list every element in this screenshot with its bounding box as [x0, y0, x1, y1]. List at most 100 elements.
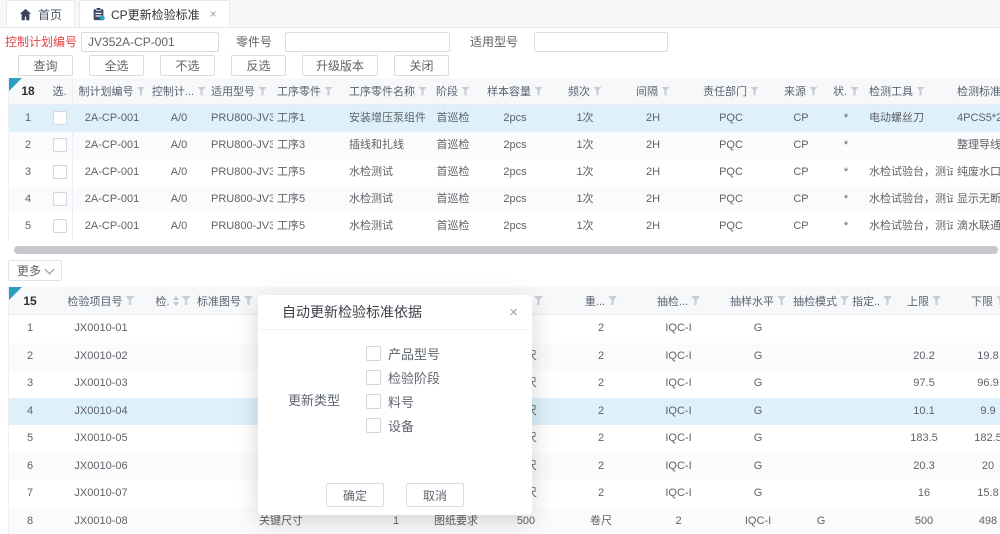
cell	[195, 508, 255, 534]
cell: IQC-I	[726, 508, 790, 534]
filter-icon[interactable]	[661, 87, 670, 96]
upgrade-version-button[interactable]: 升级版本	[302, 55, 378, 76]
filter-icon[interactable]	[932, 296, 941, 305]
select-all-button[interactable]: 全选	[89, 55, 144, 76]
column-header: 抽样水平	[726, 287, 790, 314]
cell	[151, 398, 195, 426]
tab-label: 首页	[38, 6, 62, 23]
table-row[interactable]: 52A-CP-001A/0PRU800-JV352A工序5水检测试首巡检2pcs…	[9, 213, 1000, 240]
tab-home[interactable]: 首页	[6, 0, 75, 27]
filter-icon[interactable]	[197, 87, 206, 96]
filter-icon[interactable]	[850, 87, 859, 96]
column-header: 抽检模式	[790, 287, 852, 314]
cell: 2	[9, 343, 51, 371]
filter-icon[interactable]	[126, 296, 135, 305]
row-checkbox[interactable]	[53, 165, 67, 179]
control-plan-input[interactable]	[81, 32, 219, 52]
cell	[790, 398, 852, 426]
cell: 电动螺丝刀	[865, 105, 953, 132]
column-label: 间隔	[636, 83, 658, 99]
filter-icon[interactable]	[534, 296, 543, 305]
corner-triangle	[9, 287, 22, 300]
filter-icon[interactable]	[461, 87, 470, 96]
filter-icon[interactable]	[840, 296, 849, 305]
filter-icon[interactable]	[883, 296, 892, 305]
table-row[interactable]: 42A-CP-001A/0PRU800-JV352A工序5水检测试首巡检2pcs…	[9, 186, 1000, 213]
clipboard-icon	[92, 7, 105, 21]
part-no-input[interactable]	[285, 32, 450, 52]
cell: 1次	[551, 213, 619, 240]
option-checkbox[interactable]	[366, 370, 381, 385]
cell: 2pcs	[479, 159, 551, 186]
cell: 首巡检	[427, 186, 479, 213]
filter-icon[interactable]	[691, 296, 700, 305]
cell: 工序5	[273, 186, 345, 213]
horizontal-scrollbar[interactable]	[14, 246, 998, 254]
column-label: 工序零件名称	[349, 83, 415, 99]
update-type-option: 料号	[366, 394, 440, 408]
filter-icon[interactable]	[809, 87, 818, 96]
filter-icon[interactable]	[996, 296, 1000, 305]
cancel-button[interactable]: 取消	[406, 483, 464, 507]
confirm-button[interactable]: 确定	[326, 483, 384, 507]
filter-icon[interactable]	[137, 87, 146, 96]
column-label: 抽检模式	[793, 293, 837, 309]
select-none-button[interactable]: 不选	[160, 55, 215, 76]
query-button[interactable]: 查询	[18, 55, 73, 76]
cell: IQC-I	[631, 398, 726, 426]
cell	[892, 315, 956, 343]
dialog-close-icon[interactable]: ×	[509, 305, 518, 320]
close-button[interactable]: 关闭	[394, 55, 449, 76]
cell	[151, 315, 195, 343]
filter-icon[interactable]	[608, 296, 617, 305]
option-checkbox[interactable]	[366, 418, 381, 433]
cell: 2pcs	[479, 213, 551, 240]
table-row[interactable]: 12A-CP-001A/0PRU800-JV352A工序1安装增压泵组件首巡检2…	[9, 105, 1000, 132]
filter-icon[interactable]	[182, 296, 191, 305]
cell: 整理导线，使用2P	[953, 132, 1000, 159]
table-row[interactable]: 22A-CP-001A/0PRU800-JV352A工序3插线和扎线首巡检2pc…	[9, 132, 1000, 159]
filter-icon[interactable]	[244, 296, 253, 305]
cell: 2pcs	[479, 186, 551, 213]
row-checkbox[interactable]	[53, 219, 67, 233]
row-checkbox[interactable]	[53, 138, 67, 152]
row-checkbox[interactable]	[53, 192, 67, 206]
filter-icon[interactable]	[750, 87, 759, 96]
cell: 水检试验台，测试	[865, 159, 953, 186]
cell: 4	[9, 398, 51, 426]
option-checkbox[interactable]	[366, 394, 381, 409]
update-standard-dialog: 自动更新检验标准依据 × 更新类型 产品型号检验阶段料号设备 确定 取消	[258, 295, 532, 515]
cell: JX0010-01	[51, 315, 151, 343]
tab-label: CP更新检验标准	[111, 6, 200, 23]
cell: 15.8	[956, 480, 1000, 508]
column-header: 检测标准	[953, 78, 1000, 104]
cell	[852, 480, 892, 508]
option-checkbox[interactable]	[366, 346, 381, 361]
invert-selection-button[interactable]: 反选	[231, 55, 286, 76]
model-input[interactable]	[534, 32, 668, 52]
sort-icon[interactable]	[173, 296, 179, 306]
table-row[interactable]: 32A-CP-001A/0PRU800-JV352A工序5水检测试首巡检2pcs…	[9, 159, 1000, 186]
row-checkbox[interactable]	[53, 111, 67, 125]
cell: 水检试验台，测试	[865, 213, 953, 240]
cell: 2	[571, 370, 631, 398]
filter-icon[interactable]	[777, 296, 786, 305]
cell: *	[827, 132, 865, 159]
table-header-row: 18选.制计划编号控制计...适用型号工序零件工序零件名称阶段样本容量频次间隔责…	[9, 78, 1000, 105]
tab-close-icon[interactable]: ×	[210, 7, 217, 21]
filter-icon[interactable]	[593, 87, 602, 96]
filter-icon[interactable]	[258, 87, 267, 96]
more-button[interactable]: 更多	[8, 260, 62, 281]
cell: 2A-CP-001	[73, 186, 151, 213]
home-icon	[19, 8, 32, 21]
cell: PRU800-JV352A	[207, 105, 273, 132]
filter-icon[interactable]	[324, 87, 333, 96]
filter-icon[interactable]	[916, 87, 925, 96]
tab-cp-update-standard[interactable]: CP更新检验标准 ×	[79, 0, 230, 27]
filter-icon[interactable]	[534, 87, 543, 96]
cell: IQC-I	[631, 370, 726, 398]
cell	[195, 343, 255, 371]
filter-icon[interactable]	[418, 87, 427, 96]
cell: 3	[9, 159, 47, 186]
update-type-options: 产品型号检验阶段料号设备	[366, 346, 440, 432]
